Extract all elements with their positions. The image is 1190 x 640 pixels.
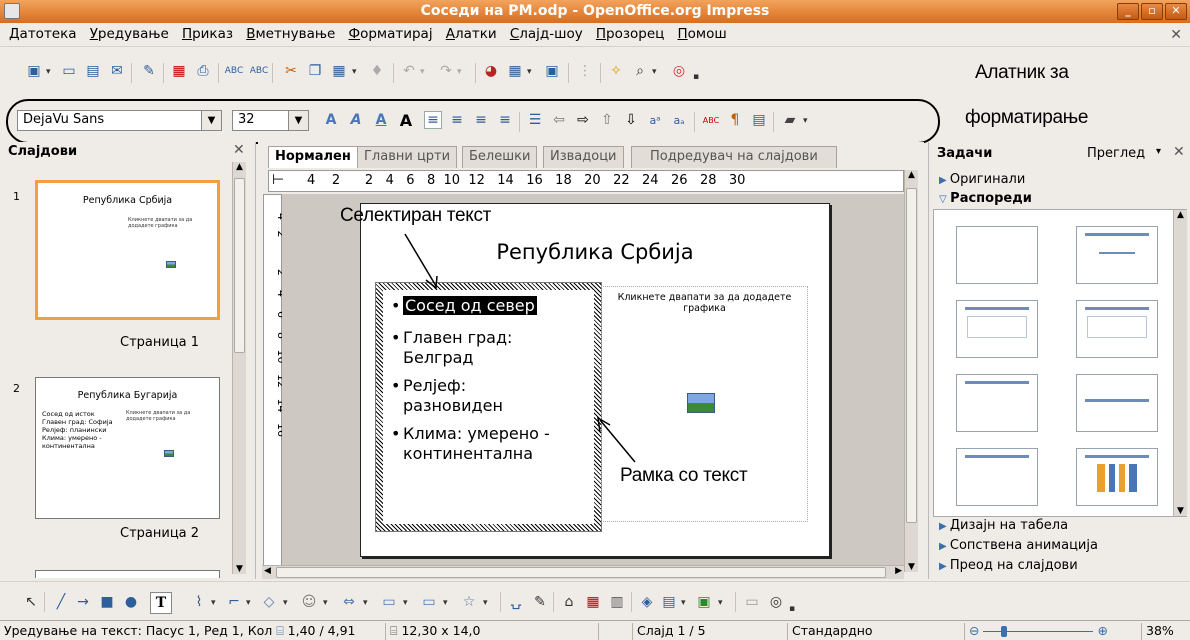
status-size: ⌸ 12,30 x 14,0 [386,623,599,640]
status-zoom[interactable]: 38% [1142,623,1190,640]
tasks-pane: Задачи Преглед ▾ ✕ ▶ Оригинали ▽ Распоре… [928,142,1190,579]
status-master-text: Стандардно [792,623,873,638]
section-label: Сопствена анимација [949,538,1098,553]
status-modified [599,623,633,640]
layout-title-content[interactable] [956,300,1038,358]
zoom-thumb[interactable] [1001,626,1008,637]
status-size-text: 12,30 x 14,0 [401,623,481,638]
task-section-table-design[interactable]: ▶ Дизајн на табела [939,518,1068,533]
layouts-scrollbar[interactable]: ▲ ▼ [1173,210,1187,516]
tasks-title: Задачи [937,146,993,161]
drawbar-options-icon[interactable]: ▪ [789,604,795,614]
task-section-layouts[interactable]: ▽ Распореди [939,191,1032,206]
rectangle-icon[interactable]: ■ [98,593,116,611]
fontwork-gallery-icon[interactable]: ⌂ [560,593,578,611]
status-master: Стандардно [788,623,965,640]
symbol-shapes-icon[interactable]: ☺ [300,593,318,611]
status-edit-info: Уредување на текст: Пасус 1, Ред 1, Кол … [0,623,386,640]
section-label: Дизајн на табела [949,518,1069,533]
stars-dropdown-icon[interactable]: ▾ [483,598,488,608]
flowchart-icon[interactable]: ▭ [380,593,398,611]
connector-dropdown-icon[interactable]: ▾ [246,598,251,608]
close-tasks-pane-icon[interactable]: ✕ [1173,144,1185,160]
line-icon[interactable]: ╱ [52,593,70,611]
select-icon[interactable]: ↖ [22,593,40,611]
status-slide: Слајд 1 / 5 [633,623,788,640]
tasks-view-menu[interactable]: Преглед [1087,146,1145,161]
layout-blank[interactable] [956,226,1038,284]
ellipse-icon[interactable]: ● [122,593,140,611]
extrusion-icon[interactable]: ▭ [743,593,761,611]
size-icon: ⌸ [390,623,402,638]
align-objects-icon[interactable]: ▤ [660,593,678,611]
status-zoom-text: 38% [1146,623,1174,638]
layout-title-slide[interactable] [1076,226,1158,284]
section-label: Преод на слајдови [949,558,1078,573]
align-dropdown-icon[interactable]: ▾ [681,598,686,608]
status-edit-text: Уредување на текст: Пасус 1, Ред 1, Кол [4,623,273,638]
layout-title-only[interactable] [956,374,1038,432]
from-file-icon[interactable]: ▦ [584,593,602,611]
points-icon[interactable]: ⍽ [507,593,525,611]
connector-icon[interactable]: ⌐ [225,593,243,611]
layout-centered-text[interactable] [1076,374,1158,432]
layouts-gallery: ▲ ▼ [933,209,1187,517]
zoom-track[interactable] [983,626,1094,637]
section-label: Распореди [950,191,1032,206]
block-arrows-icon[interactable]: ⇔ [340,593,358,611]
task-section-custom-animation[interactable]: ▶ Сопствена анимација [939,538,1098,553]
glue-points-icon[interactable]: ✎ [531,593,549,611]
status-slide-text: Слајд 1 / 5 [637,623,706,638]
flowchart-dropdown-icon[interactable]: ▾ [403,598,408,608]
text-tool-icon[interactable]: T [150,592,172,614]
basic-shapes-icon[interactable]: ◇ [260,593,278,611]
arrange-icon[interactable]: ▣ [695,593,713,611]
symbol-shapes-dropdown-icon[interactable]: ▾ [323,598,328,608]
tasks-view-dropdown-icon[interactable]: ▾ [1156,146,1161,157]
zoom-slider[interactable]: ⊖ ⊕ [965,623,1142,640]
gallery-icon[interactable]: ▥ [608,593,626,611]
block-arrows-dropdown-icon[interactable]: ▾ [363,598,368,608]
curve-dropdown-icon[interactable]: ▾ [211,598,216,608]
task-section-slide-transition[interactable]: ▶ Преод на слајдови [939,558,1078,573]
position-icon: ⌸ [276,623,288,638]
callouts-dropdown-icon[interactable]: ▾ [443,598,448,608]
callouts-icon[interactable]: ▭ [420,593,438,611]
curve-icon[interactable]: ⌇ [190,593,208,611]
layout-title-chart[interactable] [1076,448,1158,506]
zoom-out-icon[interactable]: ⊖ [969,623,979,638]
basic-shapes-dropdown-icon[interactable]: ▾ [283,598,288,608]
arrow-line-icon[interactable]: → [74,593,92,611]
toggle-extrusion-icon[interactable]: ◎ [767,593,785,611]
status-position: 1,40 / 4,91 [287,623,356,638]
section-label: Оригинали [949,172,1026,187]
zoom-in-icon[interactable]: ⊕ [1097,623,1107,638]
rotate-icon[interactable]: ◈ [638,593,656,611]
status-bar: Уредување на текст: Пасус 1, Ред 1, Кол … [0,620,1190,640]
arrange-dropdown-icon[interactable]: ▾ [718,598,723,608]
layout-title-2-content[interactable] [1076,300,1158,358]
layout-title-2-content-alt[interactable] [956,448,1038,506]
drawing-toolbar: ↖ ╱ → ■ ● T ⌇ ▾ ⌐ ▾ ◇ ▾ ☺ ▾ ⇔ ▾ ▭ ▾ ▭ ▾ … [0,581,1190,619]
task-section-masters[interactable]: ▶ Оригинали [939,172,1025,187]
stars-icon[interactable]: ☆ [460,593,478,611]
